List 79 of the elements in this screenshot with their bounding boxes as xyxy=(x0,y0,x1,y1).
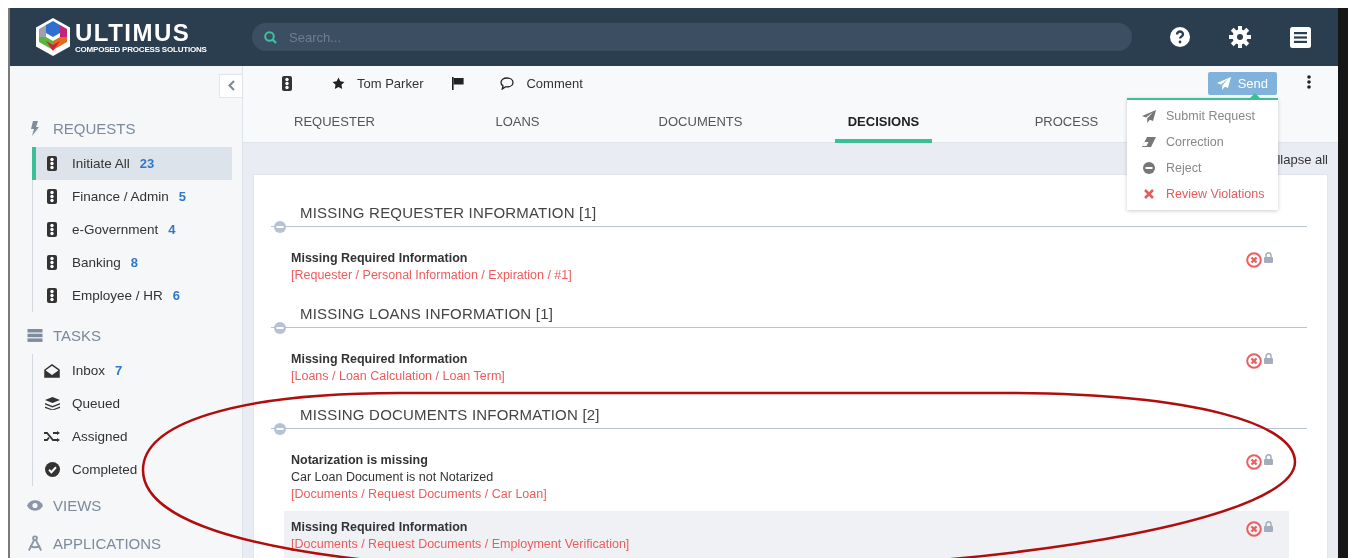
chevron-left-icon xyxy=(227,80,235,91)
logo-text: ULTIMUS xyxy=(75,20,192,45)
tab[interactable]: DOCUMENTS xyxy=(645,100,756,143)
issue-title: Missing Required Information xyxy=(291,351,468,368)
count-label: 4 xyxy=(168,222,176,237)
layers-icon xyxy=(44,397,60,410)
sidebar-item[interactable]: Banking 8 xyxy=(32,246,232,279)
collapse-all-link[interactable]: llapse all xyxy=(1277,151,1328,167)
x-circle-icon xyxy=(1246,454,1262,470)
lock-icon xyxy=(1264,252,1273,263)
tab[interactable]: PROCESS xyxy=(1021,100,1112,143)
menu-icon xyxy=(1290,26,1311,48)
search-icon xyxy=(264,31,277,44)
x-circle-icon xyxy=(1246,252,1262,268)
sidebar-item[interactable]: Assigned xyxy=(32,420,232,453)
server-icon xyxy=(27,328,43,342)
menu-item[interactable]: Reject xyxy=(1127,155,1278,181)
section-heading: MISSING REQUESTER INFORMATION [1] xyxy=(300,204,597,221)
lock-icon xyxy=(1264,353,1273,364)
lock-icon xyxy=(1264,454,1273,465)
lock-icon xyxy=(1264,521,1273,532)
help-button[interactable] xyxy=(1170,27,1190,47)
tab[interactable]: LOANS xyxy=(482,100,553,143)
traffic-light-icon xyxy=(47,189,57,204)
sidebar-item[interactable]: Queued xyxy=(32,387,232,420)
sidebar-item[interactable]: Finance / Admin 5 xyxy=(32,180,232,213)
comment-button[interactable]: Comment xyxy=(500,75,583,91)
eraser-icon xyxy=(1142,137,1156,147)
menu-item[interactable]: Submit Request xyxy=(1127,103,1278,129)
menu-item[interactable]: Review Violations xyxy=(1127,181,1278,207)
issue-title: Missing Required Information xyxy=(291,519,468,536)
traffic-light-icon xyxy=(47,288,57,303)
section-heading: MISSING LOANS INFORMATION [1] xyxy=(300,305,554,322)
assignee-button[interactable]: Tom Parker xyxy=(332,75,424,91)
sidebar-item[interactable]: Inbox 7 xyxy=(32,354,232,387)
speech-bubble-icon xyxy=(500,76,515,90)
traffic-light-icon xyxy=(47,255,57,270)
menu-button[interactable] xyxy=(1290,26,1311,48)
issue-detail: Car Loan Document is not Notarized xyxy=(291,469,494,486)
tab[interactable]: DECISIONS xyxy=(834,100,933,143)
settings-icon xyxy=(1229,26,1251,48)
x-icon xyxy=(1144,189,1154,199)
x-circle-icon xyxy=(1246,353,1262,369)
settings-button[interactable] xyxy=(1229,26,1251,48)
help-icon xyxy=(1170,27,1190,47)
paper-plane-icon xyxy=(1142,109,1156,123)
traffic-light-icon xyxy=(47,222,57,237)
sidebar-item[interactable]: Initiate All 23 xyxy=(32,147,232,180)
count-label: 23 xyxy=(139,156,155,171)
count-label: 7 xyxy=(115,363,123,378)
eye-icon xyxy=(27,499,43,511)
menu-item[interactable]: Correction xyxy=(1127,129,1278,155)
collapse-button[interactable] xyxy=(219,73,242,98)
paper-plane-icon xyxy=(1216,76,1231,90)
traffic-light-icon xyxy=(282,75,292,91)
flag-button[interactable] xyxy=(452,76,465,90)
sidebar-item[interactable]: e-Government 4 xyxy=(32,213,232,246)
count-label: 8 xyxy=(130,255,139,270)
section-heading: MISSING DOCUMENTS INFORMATION [2] xyxy=(300,406,600,423)
shuffle-icon xyxy=(44,431,60,442)
count-label: 5 xyxy=(178,189,187,204)
logo-icon xyxy=(35,18,71,56)
x-circle-icon xyxy=(1246,521,1262,537)
compass-icon xyxy=(27,535,43,551)
sidebar-item[interactable]: Employee / HR 6 xyxy=(32,279,232,312)
flag-icon xyxy=(452,76,465,90)
traffic-light-icon xyxy=(47,156,57,171)
minus-circle-icon xyxy=(1143,162,1155,174)
issue-title: Missing Required Information xyxy=(291,250,468,267)
star-icon xyxy=(332,76,345,90)
logo-tagline: COMPOSED PROCESS SOLUTIONS xyxy=(75,44,207,54)
envelope-icon xyxy=(44,363,60,378)
status-button[interactable] xyxy=(282,75,292,91)
tab[interactable]: REQUESTER xyxy=(281,100,388,143)
sidebar-item[interactable]: Completed xyxy=(32,453,232,486)
issue-title: Notarization is missing xyxy=(291,452,428,469)
more-options-icon[interactable] xyxy=(1307,74,1311,89)
count-label: 6 xyxy=(172,288,181,303)
check-circle-icon xyxy=(44,462,60,477)
